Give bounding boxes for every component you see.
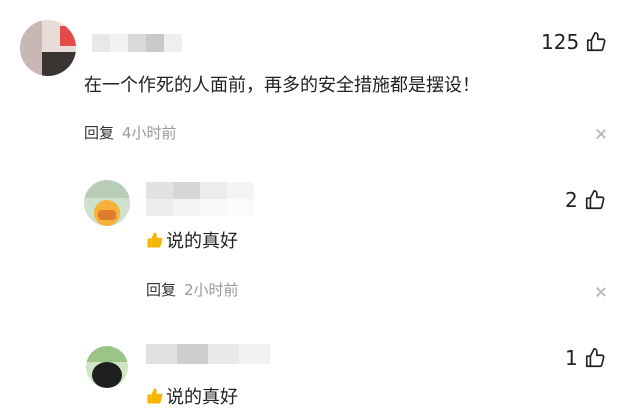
comment-item: 2 说的真好 回复 2小时前	[0, 160, 640, 320]
timestamp: 4小时前	[122, 124, 177, 142]
reply-button[interactable]: 回复	[84, 124, 114, 142]
comment-text-row: 说的真好	[146, 386, 238, 410]
username-blurred[interactable]	[92, 34, 182, 52]
thumbs-up-icon	[585, 348, 605, 368]
like-button[interactable]: 125	[541, 30, 607, 54]
thumbs-up-emoji-icon	[147, 388, 163, 404]
comment-meta: 回复 4小时前	[84, 123, 177, 143]
reply-button[interactable]: 回复	[146, 281, 176, 299]
timestamp: 2小时前	[184, 281, 239, 299]
thumbs-up-icon	[585, 190, 605, 210]
comment-text-row: 说的真好	[146, 230, 238, 254]
avatar[interactable]	[20, 20, 76, 76]
comment-item: 1 说的真好	[0, 320, 640, 408]
close-icon[interactable]	[596, 129, 606, 139]
thumbs-up-icon	[587, 32, 606, 52]
close-icon[interactable]	[596, 287, 606, 297]
thumbs-up-emoji-icon	[147, 232, 163, 248]
like-button[interactable]: 1	[565, 346, 606, 370]
comment-text: 说的真好	[166, 387, 238, 408]
like-button[interactable]: 2	[565, 188, 606, 212]
like-count: 125	[541, 30, 580, 54]
like-count: 1	[565, 346, 578, 370]
username-blurred[interactable]	[146, 344, 270, 364]
avatar[interactable]	[84, 180, 130, 226]
like-count: 2	[565, 188, 578, 212]
comment-item: 125 在一个作死的人面前，再多的安全措施都是摆设！ 回复 4小时前	[0, 0, 640, 160]
username-blurred[interactable]	[146, 182, 254, 216]
comment-text: 在一个作死的人面前，再多的安全措施都是摆设！	[84, 75, 480, 96]
comment-meta: 回复 2小时前	[146, 280, 239, 300]
comment-text: 说的真好	[166, 231, 238, 252]
avatar[interactable]	[86, 346, 128, 388]
